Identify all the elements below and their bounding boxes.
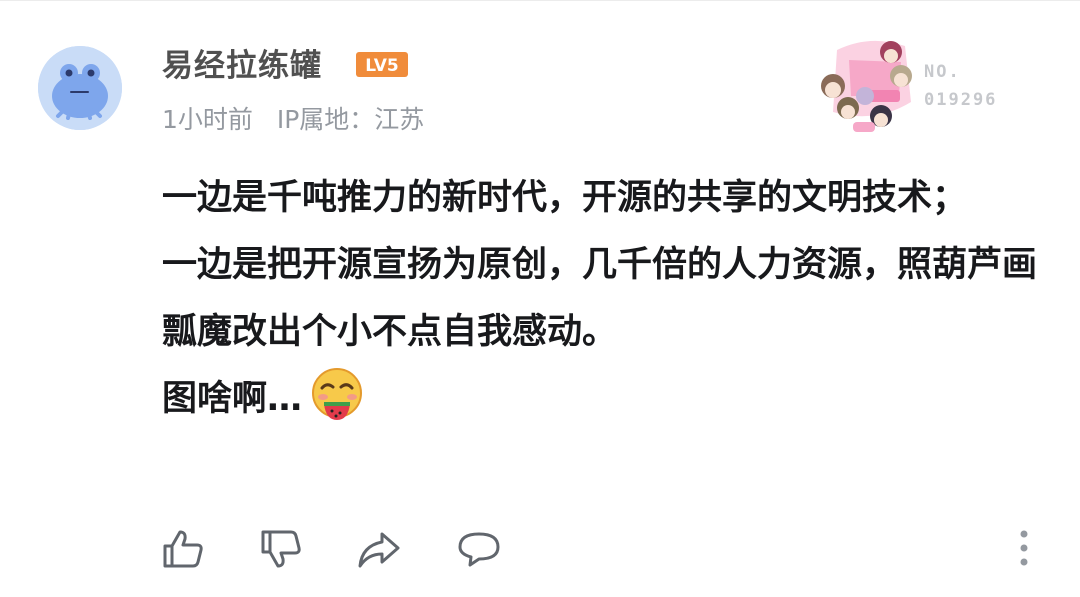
comment-actions bbox=[0, 520, 1080, 576]
comment-paragraph-3-text: 图啥啊… bbox=[162, 379, 303, 419]
level-badge-icon: LV5 bbox=[355, 51, 409, 78]
fan-medal-icon bbox=[821, 40, 912, 132]
comment-time: 1小时前 bbox=[162, 105, 253, 134]
medal-number: NO. 019296 bbox=[924, 58, 1014, 114]
comment-icon bbox=[458, 532, 500, 567]
share-button[interactable] bbox=[356, 526, 402, 572]
fan-medal[interactable] bbox=[815, 32, 925, 132]
comment-paragraph-3: 图啥啊… bbox=[162, 366, 1047, 433]
ip-location: IP属地：江苏 bbox=[276, 105, 425, 134]
thumbs-down-icon bbox=[261, 530, 301, 568]
comment-paragraph-1: 一边是千吨推力的新时代，开源的共享的文明技术； bbox=[162, 178, 968, 218]
frog-avatar-icon bbox=[38, 46, 122, 130]
thumbs-up-icon bbox=[163, 530, 203, 568]
username[interactable]: 易经拉练罐 bbox=[162, 44, 322, 88]
comment-content: 一边是千吨推力的新时代，开源的共享的文明技术； 一边是把开源宣扬为原创，几千倍的… bbox=[162, 165, 1047, 433]
share-icon bbox=[358, 532, 400, 568]
more-options-button[interactable] bbox=[1012, 528, 1036, 568]
medal-number-value: 019296 bbox=[924, 90, 998, 110]
more-vertical-icon bbox=[1020, 530, 1028, 566]
level-text: LV5 bbox=[365, 56, 398, 76]
medal-label: NO. bbox=[924, 62, 961, 82]
top-divider bbox=[0, 0, 1080, 1]
user-avatar[interactable] bbox=[38, 46, 122, 130]
like-button[interactable] bbox=[160, 526, 206, 572]
comment-paragraph-2: 一边是把开源宣扬为原创，几千倍的人力资源，照葫芦画瓢魔改出个小不点自我感动。 bbox=[162, 245, 1038, 352]
comment-meta: 1小时前 IP属地：江苏 bbox=[162, 100, 424, 140]
reply-button[interactable] bbox=[456, 526, 502, 572]
eating-watermelon-emoji bbox=[308, 366, 366, 424]
dislike-button[interactable] bbox=[258, 526, 304, 572]
